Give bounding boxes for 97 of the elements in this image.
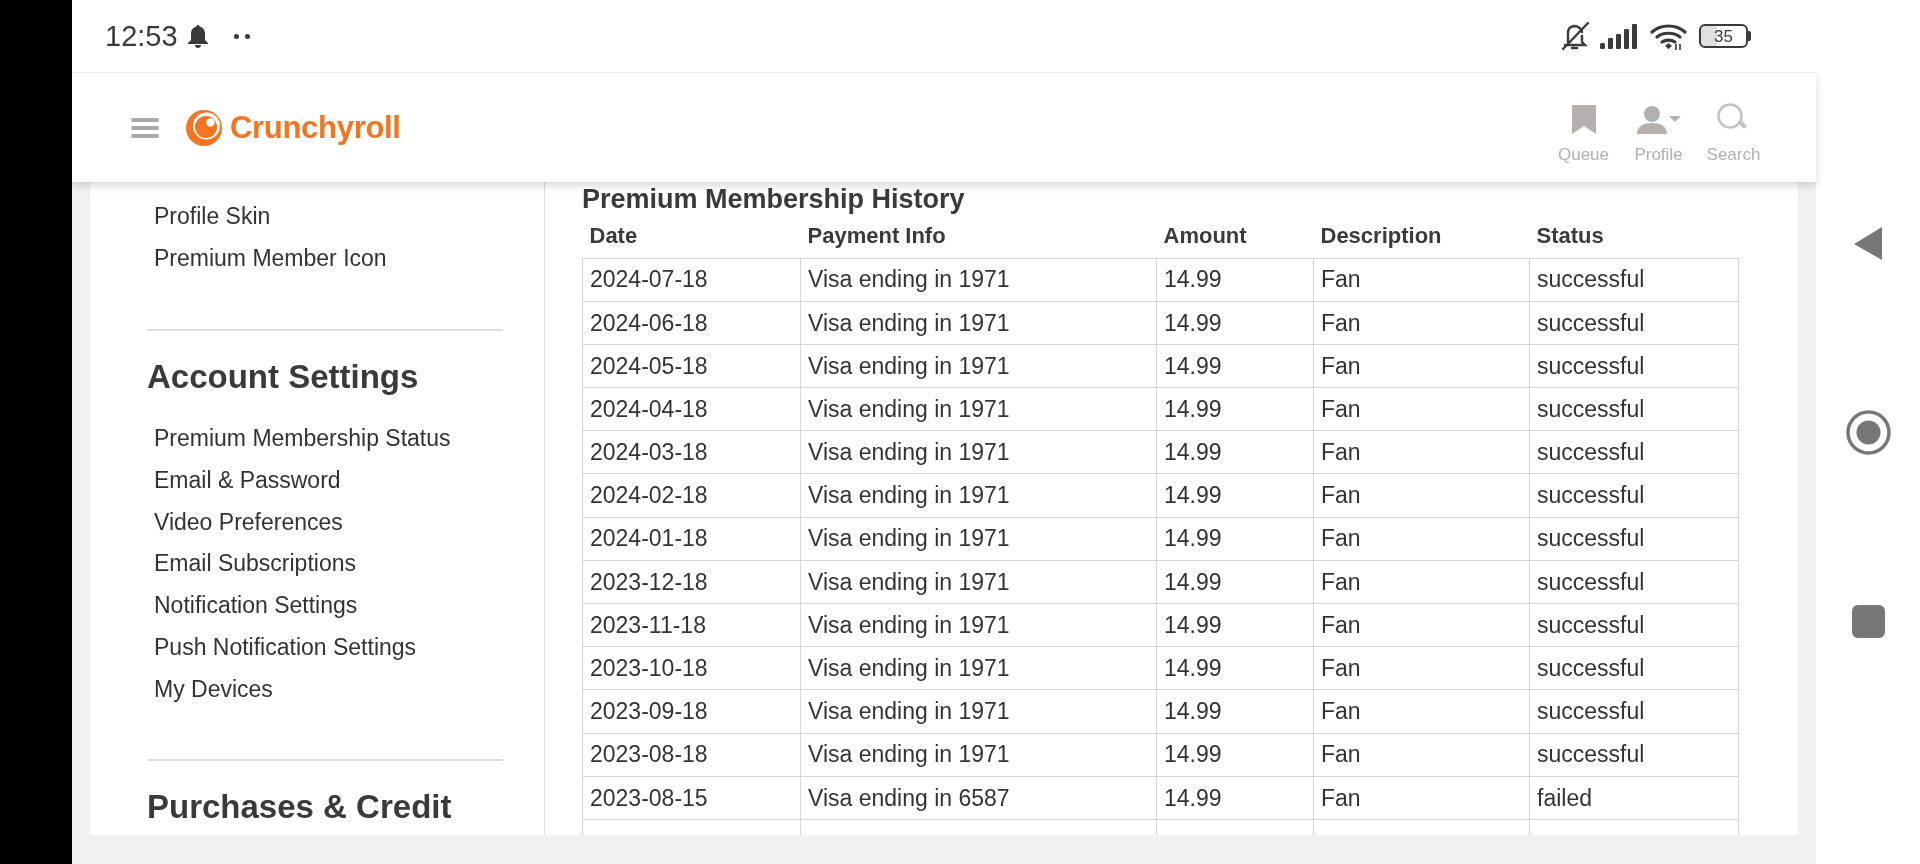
- column-header: Description: [1313, 214, 1530, 258]
- table-cell: successful: [1529, 689, 1739, 734]
- table-cell: 2023-10-18: [582, 646, 801, 690]
- table-cell: 14.99: [1156, 603, 1314, 647]
- table-cell: Visa ending in 6587: [800, 776, 1157, 820]
- table-cell: 2024-06-18: [582, 301, 801, 345]
- back-icon[interactable]: [1854, 227, 1882, 260]
- sidebar-heading: Account Settings: [147, 356, 419, 397]
- table-cell: Visa ending in 1971: [800, 560, 1157, 604]
- table-cell: successful: [1529, 344, 1739, 388]
- table-cell: 2024-07-18: [582, 258, 801, 302]
- table-cell: Visa ending in 1971: [800, 473, 1157, 518]
- table-cell: 14.99: [1156, 646, 1314, 690]
- table-cell: Fan: [1313, 689, 1530, 734]
- table-cell: Fan: [1313, 344, 1530, 388]
- sidebar-link[interactable]: Email Subscriptions: [154, 550, 356, 578]
- table-cell: Visa ending in 1971: [800, 387, 1157, 431]
- sidebar-link[interactable]: Push Notification Settings: [154, 633, 417, 661]
- section-title: Premium Membership History: [582, 184, 965, 214]
- table-cell: 2024-03-18: [582, 430, 801, 474]
- table-cell: 14.99: [1156, 517, 1314, 561]
- column-header: Status: [1529, 214, 1739, 258]
- table-cell: Fan: [1313, 301, 1530, 345]
- bell-icon: [186, 24, 209, 48]
- table-cell: 2024-01-18: [582, 517, 801, 561]
- sidebar-link[interactable]: Profile Skin: [154, 203, 271, 231]
- table-cell: Fan: [1313, 473, 1530, 518]
- wifi-icon: [1650, 22, 1687, 50]
- table-cell: failed: [1529, 776, 1739, 820]
- table-cell: Visa ending in 1971: [800, 689, 1157, 734]
- table-cell: 2023-09-18: [582, 689, 801, 734]
- table-cell: 14.99: [1156, 344, 1314, 388]
- table-cell: 14.99: [1156, 560, 1314, 604]
- table-cell: successful: [1529, 603, 1739, 647]
- column-header: Date: [582, 214, 801, 258]
- table-cell: Visa ending in 1971: [800, 603, 1157, 647]
- notification-dots-icon: [233, 33, 250, 39]
- table-cell: Fan: [1313, 603, 1530, 647]
- table-cell: 2023-08-15: [582, 776, 801, 820]
- table-cell: Visa ending in 1971: [800, 301, 1157, 345]
- sidebar-link[interactable]: Notification Settings: [154, 592, 358, 620]
- signal-icon: [1600, 23, 1638, 49]
- table-cell: 2024-05-18: [582, 344, 801, 388]
- table-cell: Fan: [1313, 733, 1530, 777]
- table-cell: 14.99: [1156, 301, 1314, 345]
- clock-time: 12:53: [105, 21, 178, 51]
- home-icon[interactable]: [1845, 410, 1891, 455]
- table-cell: Fan: [1313, 646, 1530, 690]
- person-icon: [1636, 104, 1681, 134]
- table-cell: successful: [1529, 430, 1739, 474]
- sidebar-link[interactable]: Email & Password: [154, 466, 341, 494]
- table-cell: 2023-08-18: [582, 733, 801, 777]
- table-cell: 14.99: [1156, 430, 1314, 474]
- sidebar-link[interactable]: Video Preferences: [154, 508, 343, 536]
- table-cell: Fan: [1313, 258, 1530, 302]
- table-cell: Visa ending in 1971: [800, 430, 1157, 474]
- table-cell: successful: [1529, 473, 1739, 518]
- table-cell: successful: [1529, 258, 1739, 302]
- sidebar-link[interactable]: Premium Member Icon: [154, 245, 387, 273]
- logo-icon: [186, 109, 222, 146]
- table-cell: Fan: [1313, 430, 1530, 474]
- table-cell: Visa ending in 1971: [800, 517, 1157, 561]
- battery-indicator: 35: [1699, 24, 1751, 48]
- table-cell: Visa ending in 1971: [800, 344, 1157, 388]
- table-cell: 14.99: [1156, 776, 1314, 820]
- table-cell: successful: [1529, 646, 1739, 690]
- table-cell: successful: [1529, 560, 1739, 604]
- column-header: Payment Info: [800, 214, 1157, 258]
- table-cell: 2023-11-18: [582, 603, 801, 647]
- table-cell: successful: [1529, 301, 1739, 345]
- table-cell: Fan: [1313, 387, 1530, 431]
- table-cell: 14.99: [1156, 689, 1314, 734]
- muted-bell-icon: [1561, 21, 1590, 51]
- sidebar-link[interactable]: My Devices: [154, 675, 273, 703]
- sidebar-link[interactable]: Premium Membership Status: [154, 425, 451, 452]
- table-cell: Fan: [1313, 517, 1530, 561]
- table-cell: successful: [1529, 517, 1739, 561]
- table-cell: Visa ending in 1971: [800, 733, 1157, 777]
- table-cell: successful: [1529, 733, 1739, 777]
- recents-icon[interactable]: [1851, 605, 1885, 638]
- table-cell: 14.99: [1156, 733, 1314, 777]
- table-cell: Fan: [1313, 776, 1530, 820]
- table-cell: successful: [1529, 387, 1739, 431]
- bookmark-icon: [1571, 104, 1596, 134]
- sidebar-heading: Purchases & Credit: [147, 787, 452, 828]
- table-cell: 2024-02-18: [582, 473, 801, 518]
- table-cell: 14.99: [1156, 473, 1314, 518]
- table-cell: 14.99: [1156, 258, 1314, 302]
- table-cell: 14.99: [1156, 387, 1314, 431]
- table-cell: 2023-12-18: [582, 560, 801, 604]
- table-cell: Visa ending in 1971: [800, 646, 1157, 690]
- menu-icon[interactable]: [131, 117, 159, 138]
- brand-name: Crunchyroll: [230, 112, 401, 143]
- column-header: Amount: [1156, 214, 1314, 258]
- table-cell: 2024-04-18: [582, 387, 801, 431]
- table-cell: Visa ending in 1971: [800, 258, 1157, 302]
- table-cell: Fan: [1313, 560, 1530, 604]
